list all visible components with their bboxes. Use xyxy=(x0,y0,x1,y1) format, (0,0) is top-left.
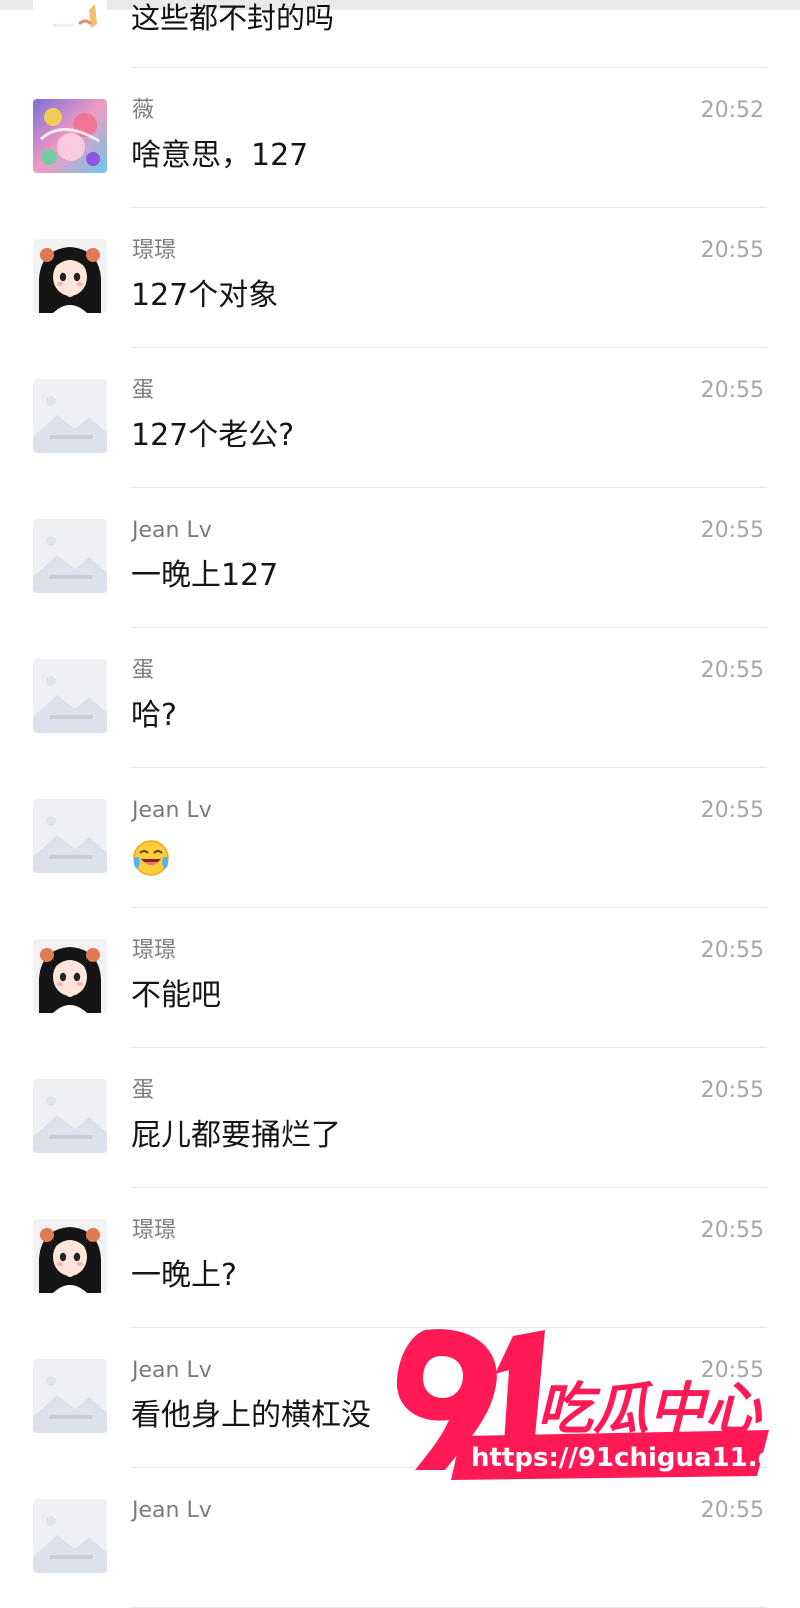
message-time: 20:55 xyxy=(700,1218,764,1243)
sender-name: 璟璟 xyxy=(132,238,177,263)
placeholder-avatar[interactable] xyxy=(33,379,107,453)
partial-message-text: 这些都不封的吗 xyxy=(131,1,335,35)
partial-avatar xyxy=(33,0,107,32)
laughing-crying-emoji xyxy=(131,837,171,877)
partial-message-row[interactable]: 这些都不封的吗 xyxy=(0,0,800,67)
message-text: 看他身上的横杠没 xyxy=(131,1398,371,1433)
message-row[interactable]: 蛋 20:55 哈? xyxy=(0,628,800,768)
message-row[interactable]: 蛋 20:55 127个老公? xyxy=(0,348,800,488)
placeholder-avatar[interactable] xyxy=(33,519,107,593)
watermark-url-banner: https://91chigua11.com xyxy=(451,1430,777,1480)
sender-name: Jean Lv xyxy=(132,1358,212,1383)
message-time: 20:55 xyxy=(700,518,764,543)
message-row[interactable]: Jean Lv 20:55 xyxy=(0,768,800,908)
placeholder-avatar[interactable] xyxy=(33,659,107,733)
message-row[interactable]: 薇 20:52 啥意思，127 xyxy=(0,68,800,208)
placeholder-avatar[interactable] xyxy=(33,1359,107,1433)
cartoon-girl-avatar[interactable] xyxy=(33,239,107,313)
watermark-logo: 吃瓜中心 https://91chigua11.com xyxy=(396,1329,777,1480)
cartoon-girl-avatar[interactable] xyxy=(33,1219,107,1293)
message-row[interactable]: 蛋 20:55 屁儿都要捅烂了 xyxy=(0,1048,800,1188)
sender-name: 蛋 xyxy=(132,658,155,683)
message-time: 20:55 xyxy=(700,238,764,263)
sender-name: 璟璟 xyxy=(132,938,177,963)
svg-text:https://91chigua11.com: https://91chigua11.com xyxy=(471,1443,777,1473)
message-text: 屁儿都要捅烂了 xyxy=(131,1118,341,1153)
sender-name: 璟璟 xyxy=(132,1218,177,1243)
message-time: 20:52 xyxy=(700,98,764,123)
message-time: 20:55 xyxy=(700,798,764,823)
message-text: 不能吧 xyxy=(131,978,221,1013)
message-row[interactable]: 璟璟 20:55 一晚上? xyxy=(0,1188,800,1328)
message-time: 20:55 xyxy=(700,938,764,963)
message-time: 20:55 xyxy=(700,378,764,403)
sender-name: Jean Lv xyxy=(132,798,212,823)
sender-name: 蛋 xyxy=(132,378,155,403)
message-time: 20:55 xyxy=(700,1078,764,1103)
message-text: 一晚上127 xyxy=(131,558,279,593)
sender-name: 蛋 xyxy=(132,1078,155,1103)
cartoon-girl-avatar[interactable] xyxy=(33,939,107,1013)
message-row[interactable]: 璟璟 20:55 不能吧 xyxy=(0,908,800,1048)
sender-name: 薇 xyxy=(132,98,155,123)
message-text: 127个对象 xyxy=(131,278,279,313)
colorful-art-avatar[interactable] xyxy=(33,99,107,173)
sender-name: Jean Lv xyxy=(132,518,212,543)
message-time: 20:55 xyxy=(700,1498,764,1523)
sender-name: Jean Lv xyxy=(132,1498,212,1523)
message-text: 啥意思，127 xyxy=(131,138,309,173)
placeholder-avatar[interactable] xyxy=(33,1079,107,1153)
message-text: 哈? xyxy=(131,698,177,733)
message-text: 127个老公? xyxy=(131,418,295,453)
message-time: 20:55 xyxy=(700,658,764,683)
message-row[interactable]: 璟璟 20:55 127个对象 xyxy=(0,208,800,348)
message-text: 一晚上? xyxy=(131,1258,237,1293)
placeholder-avatar[interactable] xyxy=(33,799,107,873)
message-row[interactable]: Jean Lv 20:55 xyxy=(0,1468,800,1608)
message-row[interactable]: Jean Lv 20:55 一晚上127 xyxy=(0,488,800,628)
placeholder-avatar[interactable] xyxy=(33,1499,107,1573)
